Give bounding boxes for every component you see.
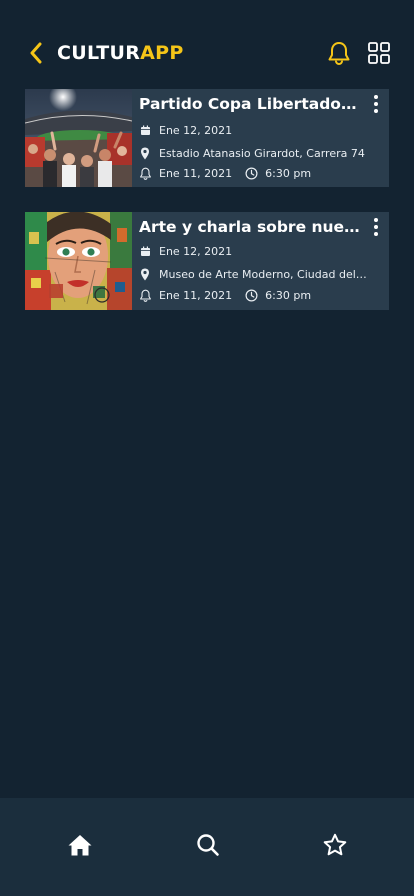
event-date-row: Ene 12, 2021 xyxy=(138,122,232,138)
home-icon xyxy=(68,835,92,856)
calendar-icon xyxy=(138,123,152,137)
event-place-row: Estadio Atanasio Girardot, Carrera 74 xyxy=(138,145,378,161)
bell-outline-icon xyxy=(138,288,152,302)
location-pin-icon xyxy=(138,146,152,160)
event-date-row: Ene 12, 2021 xyxy=(138,243,232,259)
clock-icon xyxy=(244,288,258,302)
notifications-button[interactable] xyxy=(326,40,352,66)
reminder-time: 6:30 pm xyxy=(265,166,312,180)
reminder-time: 6:30 pm xyxy=(265,288,312,302)
reminder-date: Ene 11, 2021 xyxy=(159,166,233,180)
event-thumbnail xyxy=(25,89,132,187)
grid-view-button[interactable] xyxy=(367,41,391,65)
dot xyxy=(374,218,378,222)
stadium-crowd-photo xyxy=(25,89,132,187)
event-place: Museo de Arte Moderno, Ciudad del Rio... xyxy=(159,267,369,281)
dot xyxy=(374,95,378,99)
event-thumbnail xyxy=(25,212,132,310)
event-date: Ene 12, 2021 xyxy=(159,123,233,137)
nav-search-button[interactable] xyxy=(194,832,222,858)
calendar-icon xyxy=(138,244,152,258)
nav-home-button[interactable] xyxy=(66,832,94,858)
event-date: Ene 12, 2021 xyxy=(159,244,233,258)
grid-view-icon xyxy=(368,42,390,64)
dot xyxy=(374,102,378,106)
event-reminder-row: Ene 11, 2021 6:30 pm xyxy=(138,287,311,303)
street-art-face-mural xyxy=(25,212,132,310)
event-title: Partido Copa Libertadores xyxy=(139,95,361,113)
dot xyxy=(374,225,378,229)
location-pin-icon xyxy=(138,267,152,281)
reminder-date: Ene 11, 2021 xyxy=(159,288,233,302)
back-button[interactable] xyxy=(24,40,48,66)
clock-icon xyxy=(244,166,258,180)
bottom-navigation xyxy=(0,798,414,896)
event-card[interactable]: Partido Copa Libertadores Ene 12, 2021 E… xyxy=(25,89,389,187)
dot xyxy=(374,232,378,236)
star-icon xyxy=(323,833,347,856)
chevron-left-icon xyxy=(30,42,42,64)
event-title: Arte y charla sobre nuevas... xyxy=(139,218,361,236)
logo-text-primary: CULTUR xyxy=(57,42,141,64)
event-place-row: Museo de Arte Moderno, Ciudad del Rio... xyxy=(138,266,378,282)
app-logo: CULTURAPP xyxy=(57,40,184,66)
more-options-button[interactable] xyxy=(367,216,385,238)
search-icon xyxy=(197,834,219,856)
bell-icon xyxy=(328,42,350,66)
bell-outline-icon xyxy=(138,166,152,180)
dot xyxy=(374,109,378,113)
nav-favorites-button[interactable] xyxy=(321,832,349,858)
event-card[interactable]: Arte y charla sobre nuevas... Ene 12, 20… xyxy=(25,212,389,310)
event-reminder-row: Ene 11, 2021 6:30 pm xyxy=(138,165,311,181)
app-header: CULTURAPP xyxy=(0,0,414,90)
more-options-button[interactable] xyxy=(367,93,385,115)
event-place: Estadio Atanasio Girardot, Carrera 74 xyxy=(159,146,365,160)
logo-text-accent: APP xyxy=(140,42,184,64)
